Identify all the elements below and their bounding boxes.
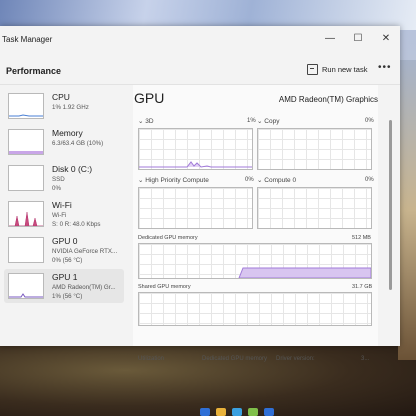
sidebar-item-gpu0[interactable]: GPU 0 NVIDIA GeForce RTX... 0% (56 °C) bbox=[4, 233, 124, 267]
run-new-task-label: Run new task bbox=[322, 65, 368, 74]
sidebar-item-detail-2: 0% (56 °C) bbox=[52, 257, 83, 264]
cpu-thumbnail bbox=[8, 93, 44, 119]
maximize-icon[interactable]: ☐ bbox=[344, 26, 372, 50]
page-title: Performance bbox=[6, 66, 62, 76]
sidebar-item-label: Disk 0 (C:) bbox=[52, 164, 93, 174]
engine-3d-graph bbox=[138, 128, 253, 170]
wifi-thumbnail bbox=[8, 201, 44, 227]
taskbar-app-icon[interactable] bbox=[232, 408, 242, 416]
sidebar-item-detail: SSD bbox=[52, 176, 65, 183]
sidebar-item-wifi[interactable]: Wi-Fi Wi-Fi S: 0 R: 48.0 Kbps bbox=[4, 197, 124, 231]
desktop-wallpaper-right bbox=[398, 60, 416, 360]
taskbar-app-icon[interactable] bbox=[248, 408, 258, 416]
shared-memory-graph bbox=[138, 292, 372, 326]
sidebar-item-cpu[interactable]: CPU 1% 1.92 GHz bbox=[4, 89, 124, 123]
sidebar-item-label: Wi-Fi bbox=[52, 200, 72, 210]
dedicated-gpu-memory-label: Dedicated GPU memory bbox=[202, 356, 268, 362]
utilization-label: Utilization bbox=[138, 356, 165, 362]
taskbar bbox=[200, 408, 274, 416]
sidebar-item-label: GPU 0 bbox=[52, 236, 78, 246]
gpu1-thumbnail bbox=[8, 273, 44, 299]
sidebar-item-detail-2: S: 0 R: 48.0 Kbps bbox=[52, 221, 101, 228]
memory-thumbnail-fill bbox=[9, 151, 43, 154]
sidebar-item-gpu1[interactable]: GPU 1 AMD Radeon(TM) Gr... 1% (56 °C) bbox=[4, 269, 124, 303]
scrollbar[interactable] bbox=[389, 120, 392, 290]
dedicated-memory-max: 512 MB bbox=[352, 235, 371, 241]
sidebar-item-detail: 6.3/63.4 GB (10%) bbox=[52, 140, 104, 147]
gpu1-thumbnail-graph bbox=[9, 293, 43, 298]
driver-version-label: Driver version: bbox=[276, 356, 315, 362]
engine-hp-compute-graph bbox=[138, 187, 253, 229]
minimize-icon[interactable]: — bbox=[316, 26, 344, 50]
page-title: GPU bbox=[134, 90, 165, 106]
gpu-detail-panel: GPU AMD Radeon(TM) Graphics ⌄ 3D 1% ⌄ Co… bbox=[133, 85, 378, 346]
gpu0-thumbnail bbox=[8, 237, 44, 263]
engine-3d-label[interactable]: ⌄ 3D bbox=[138, 117, 154, 125]
sidebar-item-label: CPU bbox=[52, 92, 70, 102]
sidebar-item-detail: 1% 1.92 GHz bbox=[52, 104, 89, 111]
engine-copy-percent: 0% bbox=[365, 118, 374, 124]
engine-compute0-percent: 0% bbox=[365, 177, 374, 183]
title-bar: Task Manager — ☐ ✕ bbox=[0, 26, 400, 54]
engine-compute0-graph bbox=[257, 187, 372, 229]
taskbar-app-icon[interactable] bbox=[200, 408, 210, 416]
engine-3d-line bbox=[139, 161, 252, 168]
taskbar-app-icon[interactable] bbox=[216, 408, 226, 416]
shared-memory-max: 31.7 GB bbox=[352, 284, 373, 290]
disk-thumbnail bbox=[8, 165, 44, 191]
close-icon[interactable]: ✕ bbox=[372, 26, 400, 50]
engine-compute0-label[interactable]: ⌄ Compute 0 bbox=[257, 176, 296, 184]
window-title: Task Manager bbox=[2, 35, 53, 44]
sidebar-item-disk[interactable]: Disk 0 (C:) SSD 0% bbox=[4, 161, 124, 195]
sidebar-item-detail-2: 0% bbox=[52, 185, 61, 192]
gpu-model-name: AMD Radeon(TM) Graphics bbox=[278, 95, 378, 104]
performance-sidebar: CPU 1% 1.92 GHz Memory 6.3/63.4 GB (10%)… bbox=[0, 85, 130, 346]
engine-3d-percent: 1% bbox=[247, 118, 256, 124]
sidebar-item-label: GPU 1 bbox=[52, 272, 78, 282]
cpu-thumbnail-graph bbox=[9, 114, 43, 117]
more-options-icon[interactable]: ••• bbox=[378, 62, 392, 73]
sidebar-item-detail: AMD Radeon(TM) Gr... bbox=[52, 284, 116, 291]
sidebar-item-detail: NVIDIA GeForce RTX... bbox=[52, 248, 118, 255]
desktop-wallpaper-bottom bbox=[0, 340, 416, 416]
dedicated-memory-label: Dedicated GPU memory bbox=[138, 235, 198, 241]
run-new-task-button[interactable]: Run new task bbox=[307, 64, 367, 75]
driver-version-value: 3... bbox=[361, 356, 370, 362]
sidebar-item-memory[interactable]: Memory 6.3/63.4 GB (10%) bbox=[4, 125, 124, 159]
shared-memory-label: Shared GPU memory bbox=[138, 284, 191, 290]
page-header: Performance Run new task ••• bbox=[0, 54, 400, 85]
memory-thumbnail bbox=[8, 129, 44, 155]
wifi-thumbnail-graph bbox=[9, 211, 43, 226]
dedicated-memory-fill bbox=[238, 267, 372, 279]
sidebar-item-detail: Wi-Fi bbox=[52, 212, 67, 219]
engine-copy-graph bbox=[257, 128, 372, 170]
sidebar-item-detail-2: 1% (56 °C) bbox=[52, 293, 83, 300]
taskbar-app-icon[interactable] bbox=[264, 408, 274, 416]
sidebar-item-label: Memory bbox=[52, 128, 83, 138]
dedicated-memory-graph bbox=[138, 243, 372, 279]
run-task-icon bbox=[307, 64, 318, 75]
engine-copy-label[interactable]: ⌄ Copy bbox=[257, 117, 279, 125]
engine-hp-compute-percent: 0% bbox=[245, 177, 254, 183]
task-manager-window: Task Manager — ☐ ✕ Performance Run new t… bbox=[0, 26, 400, 362]
engine-hp-compute-label[interactable]: ⌄ High Priority Compute bbox=[138, 176, 209, 184]
